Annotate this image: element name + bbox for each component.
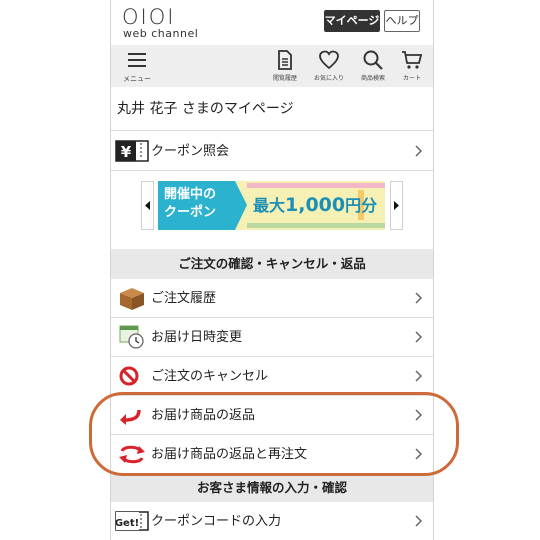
hamburger-icon — [128, 53, 146, 67]
menu-button[interactable]: メニュー — [119, 51, 155, 85]
order-history-row[interactable]: ご注文履歴 — [111, 279, 433, 318]
return-arrow-icon — [120, 409, 141, 425]
coupon-code-input-row[interactable]: Get! クーポンコードの入力 — [111, 502, 433, 540]
chevron-right-icon — [415, 515, 423, 527]
order-history-label: ご注文履歴 — [151, 291, 217, 306]
chevron-right-icon — [415, 448, 423, 460]
return-and-reorder-row[interactable]: お届け商品の返品と再注文 — [111, 435, 433, 474]
order-cancel-row[interactable]: ご注文のキャンセル — [111, 357, 433, 396]
triangle-right-icon — [394, 201, 399, 210]
favorites-label: お気に入り — [313, 75, 344, 82]
coupon-code-input-label: クーポンコードの入力 — [151, 514, 282, 529]
mypage-button[interactable]: マイページ — [324, 10, 380, 32]
top-bar: OIOI web channel マイページ ヘルプ — [111, 0, 433, 45]
history-icon — [278, 50, 292, 70]
banner-headline: 最大1,000円分 — [253, 192, 377, 216]
box-icon — [120, 288, 144, 310]
customer-info-section-header: お客さま情報の入力・確認 — [111, 474, 433, 502]
get-text: Get! — [115, 518, 139, 529]
logo-subtitle: web channel — [123, 27, 199, 40]
coupon-banner[interactable]: 開催中の クーポン 最大1,000円分 — [158, 181, 385, 230]
marui-logo[interactable]: OIOI — [122, 6, 175, 28]
favorites-button[interactable]: お気に入り — [312, 49, 346, 85]
chevron-right-icon — [415, 370, 423, 382]
search-icon — [363, 50, 383, 70]
cart-icon — [402, 51, 423, 69]
return-and-reorder-label: お届け商品の返品と再注文 — [151, 447, 308, 462]
reorder-arrows-icon — [119, 445, 145, 464]
history-label: 閲覧履歴 — [272, 75, 297, 82]
carousel-next-button[interactable] — [390, 181, 403, 230]
get-coupon-icon: Get! — [115, 511, 149, 531]
orders-section-header: ご注文の確認・キャンセル・返品 — [111, 249, 433, 279]
help-button[interactable]: ヘルプ — [384, 10, 420, 32]
yen-ticket-icon: ¥ — [115, 140, 149, 162]
coupon-inquiry-label: クーポン照会 — [151, 144, 230, 159]
cart-label: カート — [402, 75, 421, 82]
order-cancel-label: ご注文のキャンセル — [151, 369, 269, 384]
banner-prefix: 最大 — [253, 196, 286, 215]
banner-tag-line1: 開催中の — [164, 187, 217, 202]
mobile-frame: OIOI web channel マイページ ヘルプ メニュー 閲覧履歴 お気に… — [110, 0, 434, 540]
banner-carousel: 開催中の クーポン 最大1,000円分 — [111, 171, 433, 249]
menu-label: メニュー — [123, 75, 151, 83]
return-item-row[interactable]: お届け商品の返品 — [111, 396, 433, 435]
page-title: 丸井 花子 さまのマイページ — [111, 87, 433, 131]
banner-tag: 開催中の クーポン — [164, 186, 234, 222]
heart-icon — [319, 50, 339, 70]
search-button[interactable]: 商品検索 — [356, 49, 390, 85]
triangle-left-icon — [145, 201, 150, 210]
yen-symbol: ¥ — [121, 143, 132, 161]
banner-suffix: 円分 — [345, 196, 378, 215]
banner-amount: 1,000 — [285, 194, 346, 216]
chevron-right-icon — [415, 331, 423, 343]
calendar-clock-icon — [119, 325, 144, 349]
cancel-icon — [119, 366, 139, 386]
chevron-right-icon — [415, 409, 423, 421]
carousel-prev-button[interactable] — [141, 181, 154, 230]
chevron-right-icon — [415, 292, 423, 304]
history-button[interactable]: 閲覧履歴 — [268, 49, 302, 85]
icon-toolbar: メニュー 閲覧履歴 お気に入り 商品検索 カート — [111, 45, 433, 87]
cart-button[interactable]: カート — [395, 49, 429, 85]
delivery-date-change-row[interactable]: お届け日時変更 — [111, 318, 433, 357]
return-item-label: お届け商品の返品 — [151, 408, 256, 423]
delivery-date-change-label: お届け日時変更 — [151, 330, 243, 345]
coupon-inquiry-row[interactable]: ¥ クーポン照会 — [111, 132, 433, 171]
banner-tag-line2: クーポン — [164, 205, 217, 220]
chevron-right-icon — [415, 145, 423, 157]
